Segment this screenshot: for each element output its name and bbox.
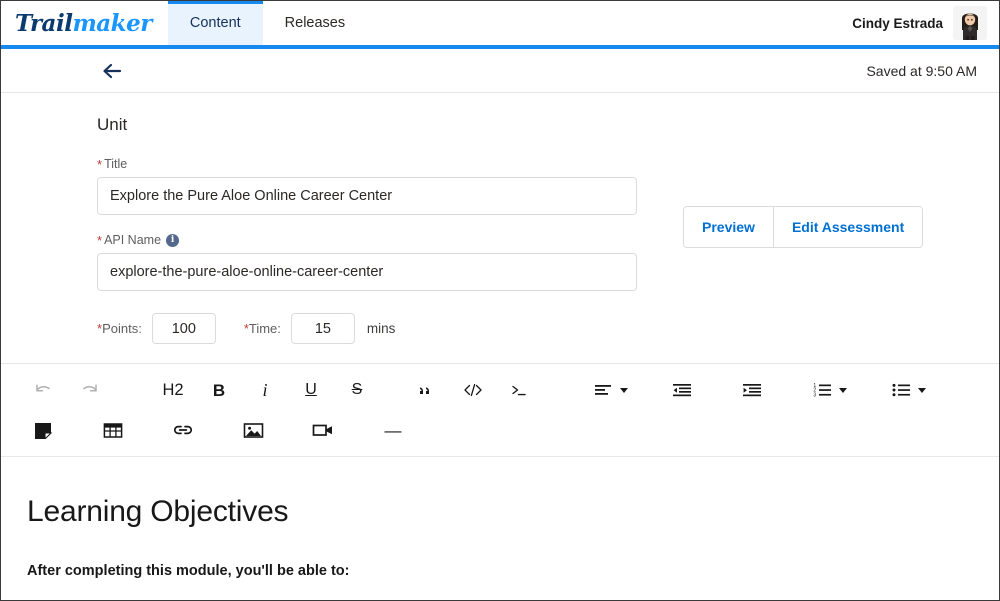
note-card-icon — [35, 423, 53, 439]
required-marker: * — [97, 232, 103, 248]
tab-content[interactable]: Content — [167, 1, 263, 45]
points-label-text: Points: — [102, 321, 142, 336]
toolbar-row-1: H2 B i U S 1 2 3 — [1, 370, 999, 410]
top-header: Trail maker Content Releases Cindy Estrad… — [1, 1, 999, 45]
image-button[interactable] — [237, 415, 269, 445]
page-title: Unit — [97, 115, 128, 134]
edit-assessment-button[interactable]: Edit Assessment — [772, 207, 923, 247]
bold-button[interactable]: B — [203, 375, 235, 405]
toolbar-row-2: — — [1, 410, 999, 450]
bulleted-list-icon — [892, 383, 910, 397]
indent-button[interactable] — [736, 375, 768, 405]
strikethrough-button[interactable]: S — [341, 375, 373, 405]
time-label-text: Time: — [248, 321, 281, 336]
chevron-down-icon[interactable] — [620, 387, 628, 393]
horizontal-rule-button[interactable]: — — [377, 415, 409, 445]
arrow-left-icon — [103, 63, 122, 78]
bulleted-list-button[interactable] — [885, 375, 917, 405]
indent-icon — [743, 384, 761, 397]
title-input[interactable] — [97, 177, 637, 215]
logo-text-maker: maker — [72, 9, 152, 37]
points-input[interactable] — [151, 313, 216, 344]
saved-status: Saved at 9:50 AM — [866, 62, 977, 79]
align-icon — [595, 385, 611, 395]
video-button[interactable] — [307, 415, 339, 445]
time-label: * Time: — [244, 321, 281, 336]
numbered-list-icon: 1 2 3 — [813, 383, 831, 398]
user-avatar-illustration — [953, 6, 987, 40]
sub-header: Saved at 9:50 AM — [1, 49, 999, 93]
link-icon — [174, 425, 192, 435]
chevron-down-icon[interactable] — [839, 387, 847, 393]
undo-icon — [35, 384, 50, 392]
points-label: * Points: — [97, 321, 142, 336]
code-button[interactable] — [457, 375, 489, 405]
blockquote-button[interactable] — [411, 375, 443, 405]
redo-button[interactable] — [73, 375, 105, 405]
code-icon — [464, 383, 482, 397]
underline-button[interactable]: U — [295, 375, 327, 405]
undo-button[interactable] — [27, 375, 59, 405]
back-button[interactable] — [97, 58, 127, 84]
link-button[interactable] — [167, 415, 199, 445]
objectives-intro-text: After completing this module, you'll be … — [27, 563, 350, 579]
info-icon[interactable]: i — [166, 233, 180, 247]
preview-button[interactable]: Preview — [684, 207, 773, 247]
api-name-input[interactable] — [97, 253, 637, 291]
table-button[interactable] — [97, 415, 129, 445]
tab-releases[interactable]: Releases — [263, 1, 367, 45]
align-control — [587, 375, 628, 405]
heading-2-button[interactable]: H2 — [157, 375, 189, 405]
unit-form: Unit * Title * API Name i * Points: — [1, 93, 999, 363]
time-input[interactable] — [290, 313, 355, 344]
note-card-button[interactable] — [27, 415, 59, 445]
chevron-down-icon[interactable] — [918, 387, 926, 393]
italic-button[interactable]: i — [249, 375, 281, 405]
terminal-button[interactable] — [503, 375, 535, 405]
avatar[interactable] — [953, 6, 987, 40]
image-icon — [243, 422, 263, 438]
align-button[interactable] — [587, 375, 619, 405]
title-label: * Title — [97, 157, 999, 171]
editor-toolbar: H2 B i U S 1 2 3 — — [1, 363, 999, 457]
title-label-text: Title — [104, 157, 128, 171]
redo-icon — [82, 384, 97, 392]
points-time-row: * Points: * Time: mins — [1, 313, 999, 344]
terminal-icon — [512, 385, 526, 396]
user-name: Cindy Estrada — [852, 15, 943, 31]
editor-body[interactable]: Learning Objectives After completing thi… — [1, 457, 999, 579]
required-marker: * — [97, 156, 103, 172]
main-nav: Content Releases — [167, 1, 367, 45]
video-icon — [312, 424, 332, 436]
table-icon — [103, 422, 123, 438]
svg-text:3: 3 — [813, 392, 816, 398]
outdent-icon — [673, 384, 691, 397]
trailmaker-logo[interactable]: Trail maker — [1, 1, 168, 45]
numbered-list-button[interactable]: 1 2 3 — [806, 375, 838, 405]
bulleted-list-control — [885, 375, 926, 405]
api-name-label-text: API Name — [104, 233, 162, 247]
action-button-group: Preview Edit Assessment — [683, 206, 924, 248]
time-unit-label: mins — [366, 321, 396, 336]
objectives-heading: Learning Objectives — [27, 495, 289, 528]
logo-text-trail: Trail — [15, 9, 73, 37]
user-area: Cindy Estrada — [852, 1, 999, 45]
numbered-list-control: 1 2 3 — [806, 375, 847, 405]
app-window: Trail maker Content Releases Cindy Estrad… — [0, 0, 1000, 601]
blockquote-icon — [420, 387, 429, 394]
outdent-button[interactable] — [666, 375, 698, 405]
